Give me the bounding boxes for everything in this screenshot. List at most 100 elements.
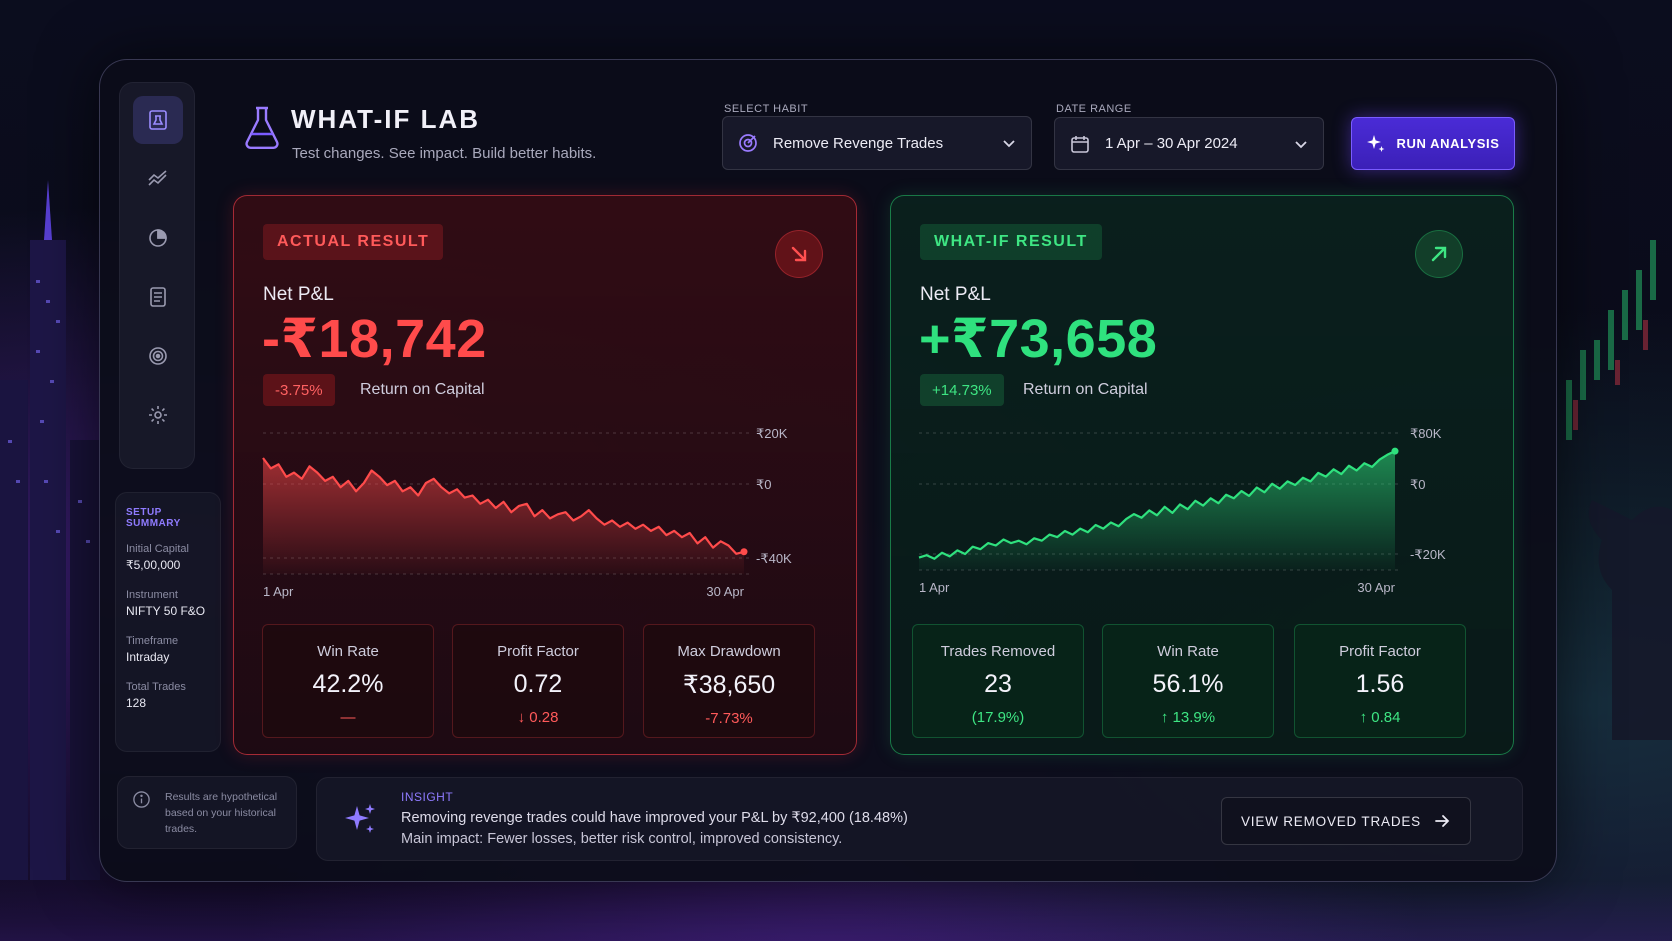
stat-card-win-rate: Win Rate 42.2% — <box>262 624 434 738</box>
run-analysis-label: RUN ANALYSIS <box>1396 136 1500 151</box>
actual-result-card: ACTUAL RESULT Net P&L -₹18,742 -3.75% Re… <box>233 195 857 755</box>
chart-area <box>919 451 1395 570</box>
arrow-down-right-icon <box>791 246 807 262</box>
stat-card-win-rate: Win Rate 56.1% ↑ 13.9% <box>1102 624 1274 738</box>
what-if-result-card: WHAT-IF RESULT Net P&L +₹73,658 +14.73% … <box>890 195 1514 755</box>
sidebar-item-lab[interactable] <box>133 96 183 144</box>
gear-icon <box>149 406 167 424</box>
stat-card-profit-factor: Profit Factor 1.56 ↑ 0.84 <box>1294 624 1466 738</box>
info-icon <box>133 791 150 808</box>
summary-value: 128 <box>126 696 147 710</box>
y-tick-label: -₹20K <box>1410 547 1446 562</box>
flask-icon <box>245 106 279 150</box>
sidebar-item-analytics[interactable] <box>133 155 183 203</box>
stat-value: 56.1% <box>1152 670 1224 698</box>
net-pnl-label: Net P&L <box>263 284 334 305</box>
page-subtitle: Test changes. See impact. Build better h… <box>292 145 597 162</box>
floor-glow <box>0 881 1672 941</box>
return-on-capital-pill: +14.73% <box>920 374 1004 406</box>
return-on-capital-label: Return on Capital <box>1023 381 1148 398</box>
stat-label: Profit Factor <box>497 643 579 660</box>
y-tick-label: -₹40K <box>756 551 792 566</box>
summary-value: NIFTY 50 F&O <box>126 604 206 618</box>
y-tick-label: ₹0 <box>756 477 772 492</box>
stat-change: — <box>340 709 356 726</box>
x-tick-label: 30 Apr <box>706 584 744 599</box>
date-range-value: 1 Apr – 30 Apr 2024 <box>1105 135 1238 152</box>
net-pnl-value: +₹73,658 <box>919 309 1158 369</box>
what-if-pnl-chart: ₹80K ₹0 -₹20K 1 Apr 30 Apr <box>918 426 1446 595</box>
actual-result-badge: ACTUAL RESULT <box>263 224 444 260</box>
city-skyline-background <box>0 180 100 880</box>
summary-value: ₹5,00,000 <box>126 558 181 572</box>
calendar-icon <box>1071 135 1089 153</box>
stat-value: 23 <box>984 670 1012 698</box>
bull-silhouette-background <box>1588 500 1672 740</box>
sidebar-item-reports[interactable] <box>133 214 183 262</box>
y-tick-label: ₹20K <box>756 426 788 441</box>
stat-change: ↑ 0.84 <box>1359 709 1401 726</box>
insight-title: INSIGHT <box>401 790 454 804</box>
lab-icon <box>149 110 167 130</box>
stat-value: 42.2% <box>312 670 384 698</box>
x-tick-label: 1 Apr <box>263 584 294 599</box>
target-icon <box>149 347 167 365</box>
disclaimer-text: Results are hypothetical based on your h… <box>165 791 278 835</box>
stat-value: 0.72 <box>513 670 563 698</box>
summary-item: Initial Capital ₹5,00,000 <box>126 543 210 572</box>
journal-icon <box>150 287 166 307</box>
stat-label: Profit Factor <box>1339 643 1421 660</box>
stat-change: (17.9%) <box>971 709 1025 726</box>
stat-label: Max Drawdown <box>677 643 781 660</box>
insight-panel: INSIGHT Removing revenge trades could ha… <box>316 777 1523 861</box>
chart-end-point <box>1391 447 1399 455</box>
setup-summary: SETUP SUMMARY Initial Capital ₹5,00,000 … <box>115 492 221 752</box>
page-title: WHAT-IF LAB <box>291 104 481 134</box>
return-on-capital-pill: -3.75% <box>263 374 335 406</box>
summary-label: Total Trades <box>126 681 186 693</box>
y-tick-label: ₹0 <box>1410 477 1426 492</box>
sidebar-item-journal[interactable] <box>133 273 183 321</box>
sidebar-item-goals[interactable] <box>133 332 183 380</box>
summary-item: Total Trades 128 <box>126 681 210 710</box>
view-removed-trades-label: VIEW REMOVED TRADES <box>1241 813 1421 829</box>
summary-item: Timeframe Intraday <box>126 635 210 664</box>
trend-up-badge <box>1415 230 1463 278</box>
run-analysis-button[interactable]: RUN ANALYSIS <box>1351 117 1515 170</box>
stat-label: Win Rate <box>317 643 379 660</box>
pie-chart-icon <box>149 229 167 247</box>
net-pnl-value: -₹18,742 <box>262 309 487 369</box>
stat-change: ↑ 13.9% <box>1160 709 1216 726</box>
stat-card-max-drawdown: Max Drawdown ₹38,650 -7.73% <box>643 624 815 738</box>
summary-label: Initial Capital <box>126 543 189 555</box>
summary-item: Instrument NIFTY 50 F&O <box>126 589 210 618</box>
chevron-down-icon <box>1295 140 1307 148</box>
insight-text: Removing revenge trades could have impro… <box>401 810 908 826</box>
x-tick-label: 1 Apr <box>919 580 950 595</box>
insight-detail: Main impact: Fewer losses, better risk c… <box>401 831 843 847</box>
habit-field-label: SELECT HABIT <box>724 103 809 115</box>
chevron-down-icon <box>1003 140 1015 148</box>
sidebar <box>119 82 195 469</box>
date-range-select[interactable]: 1 Apr – 30 Apr 2024 <box>1054 117 1324 170</box>
trend-chart-icon <box>148 170 167 186</box>
summary-label: Instrument <box>126 589 178 601</box>
summary-value: Intraday <box>126 650 170 664</box>
habit-select[interactable]: Remove Revenge Trades <box>722 116 1032 170</box>
arrow-right-icon <box>1435 815 1450 827</box>
stat-label: Trades Removed <box>940 643 1056 660</box>
stat-change: -7.73% <box>705 710 753 727</box>
sidebar-item-settings[interactable] <box>133 391 183 439</box>
stat-change: ↓ 0.28 <box>517 709 559 726</box>
arrow-up-right-icon <box>1431 246 1447 262</box>
return-on-capital-label: Return on Capital <box>360 381 485 398</box>
target-icon <box>739 134 757 152</box>
x-tick-label: 30 Apr <box>1357 580 1395 595</box>
net-pnl-label: Net P&L <box>920 284 991 305</box>
chart-area <box>263 458 744 574</box>
date-field-label: DATE RANGE <box>1056 103 1132 115</box>
what-if-result-badge: WHAT-IF RESULT <box>920 224 1102 260</box>
summary-title: SETUP SUMMARY <box>126 507 181 529</box>
stat-value: ₹38,650 <box>682 671 776 699</box>
view-removed-trades-button[interactable]: VIEW REMOVED TRADES <box>1221 797 1471 845</box>
